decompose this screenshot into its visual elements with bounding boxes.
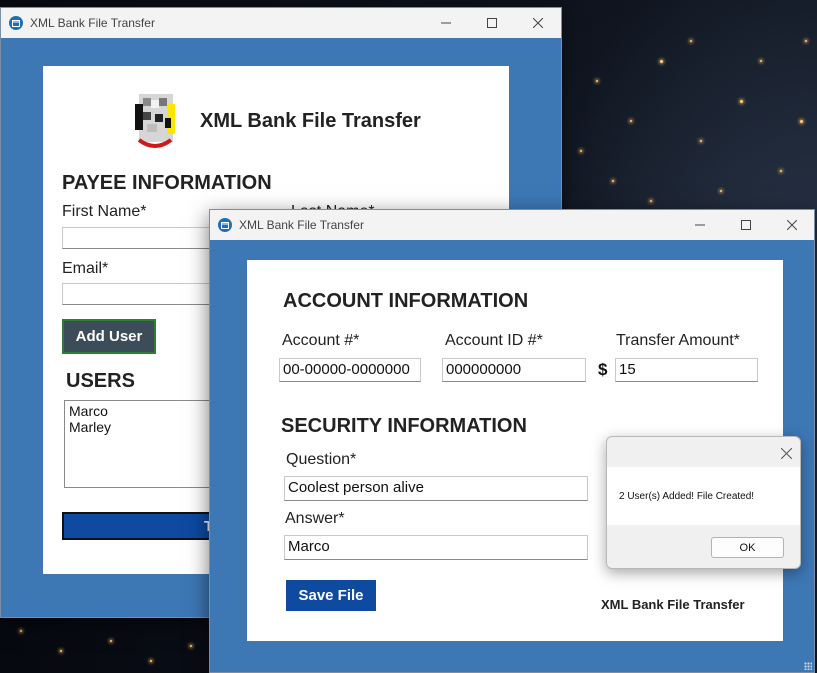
minimize-icon[interactable] [423,8,469,38]
window-title: XML Bank File Transfer [239,218,364,232]
app-icon [218,218,232,232]
answer-label: Answer* [285,510,345,527]
close-icon[interactable] [769,210,815,240]
security-heading: SECURITY INFORMATION [281,415,527,437]
save-file-button[interactable]: Save File [286,580,376,611]
dollar-sign: $ [598,360,608,379]
question-field[interactable]: Coolest person alive [284,476,588,501]
logo [125,90,189,152]
add-user-button[interactable]: Add User [62,319,156,354]
account-heading: ACCOUNT INFORMATION [283,290,529,312]
message-dialog: 2 User(s) Added! File Created! OK [606,436,801,569]
app-header-title: XML Bank File Transfer [200,110,421,132]
dialog-close-icon[interactable] [780,446,793,460]
resize-grip-icon[interactable] [804,662,812,670]
answer-field[interactable]: Marco [284,535,588,560]
account-number-field[interactable]: 00-00000-0000000 [279,358,421,382]
email-label: Email* [62,260,109,277]
maximize-icon[interactable] [723,210,769,240]
dialog-message: 2 User(s) Added! File Created! [619,491,755,502]
users-heading: USERS [66,370,135,392]
window-title: XML Bank File Transfer [30,16,155,30]
front-window-titlebar[interactable]: XML Bank File Transfer [210,210,814,240]
account-id-field[interactable]: 000000000 [442,358,586,382]
back-window-titlebar[interactable]: XML Bank File Transfer [1,8,561,38]
ok-button[interactable]: OK [711,537,784,558]
account-number-label: Account #* [282,332,360,349]
first-name-label: First Name* [62,203,147,220]
footer-brand: XML Bank File Transfer [601,597,745,612]
maximize-icon[interactable] [469,8,515,38]
app-icon [9,16,23,30]
question-label: Question* [286,451,357,468]
transfer-amount-label: Transfer Amount* [616,332,740,349]
account-id-label: Account ID #* [445,332,543,349]
minimize-icon[interactable] [677,210,723,240]
transfer-amount-field[interactable]: 15 [615,358,758,382]
close-icon[interactable] [515,8,561,38]
payee-heading: PAYEE INFORMATION [62,172,272,194]
